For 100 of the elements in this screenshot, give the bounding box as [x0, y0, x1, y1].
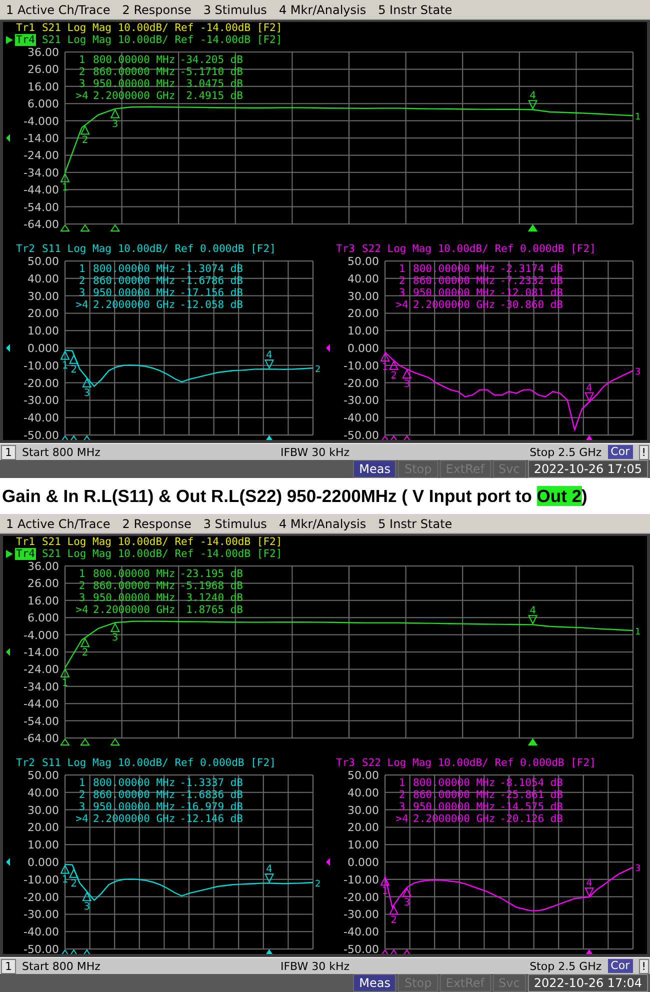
- y-tick-label: -64.00: [24, 732, 59, 745]
- y-tick-label: -50.00: [24, 429, 59, 440]
- marker-number: 3: [398, 287, 406, 299]
- y-tick-label: 26.00: [28, 577, 59, 590]
- marker-number: 1: [78, 777, 86, 789]
- marker-value: -12.081 dB: [500, 287, 563, 299]
- y-tick-label: -54.00: [24, 714, 59, 728]
- trace-end-label: 1: [635, 628, 641, 638]
- menu-item[interactable]: 4 Mkr/Analysis: [272, 2, 372, 16]
- menu-item[interactable]: 1 Active Ch/Trace: [0, 2, 116, 16]
- marker-number: 3: [78, 801, 86, 813]
- marker-stimulus: 800.00000 MHz: [93, 777, 176, 789]
- axis-marker-icon: [82, 435, 92, 440]
- marker-label: 2: [390, 370, 397, 382]
- y-tick-label: -30.00: [24, 394, 59, 408]
- y-tick-label: -34.00: [24, 680, 59, 694]
- reference-level-icon: [6, 134, 10, 142]
- marker-label: 4: [586, 878, 592, 889]
- marker-label: 1: [62, 182, 68, 194]
- marker-number: >4: [76, 813, 88, 825]
- axis-marker-icon: [80, 738, 90, 746]
- alert-indicator: !: [638, 958, 650, 974]
- y-tick-label: -40.00: [24, 926, 59, 939]
- stop-frequency: Stop 2.5 GHz: [530, 960, 602, 972]
- axis-marker-icon: [528, 224, 538, 232]
- marker-label: 4: [266, 864, 272, 876]
- axis-marker-icon: [264, 949, 274, 954]
- correction-indicator: Cor: [608, 959, 633, 973]
- trace-description: S21 Log Mag 10.00dB/ Ref -14.00dB [F2]: [42, 548, 282, 560]
- menu-item[interactable]: 3 Stimulus: [197, 2, 273, 16]
- trace-label[interactable]: Tr1: [15, 536, 36, 548]
- axis-marker-icon: [60, 738, 70, 746]
- y-tick-label: 0.000: [348, 856, 379, 869]
- marker-value: -1.3337 dB: [180, 777, 243, 789]
- marker-stimulus: 950.00000 MHz: [413, 801, 496, 813]
- marker-label: 2: [70, 364, 77, 376]
- marker-stimulus: 950.00000 MHz: [93, 801, 176, 813]
- trace-description: S11 Log Mag 10.00dB/ Ref 0.000dB [F2]: [42, 243, 276, 255]
- marker-stimulus: 860.00000 MHz: [413, 275, 496, 287]
- alert-indicator: !: [638, 444, 650, 460]
- y-tick-label: -20.00: [24, 890, 59, 904]
- menu-item[interactable]: 5 Instr State: [372, 2, 458, 16]
- y-tick-label: 0.000: [28, 856, 59, 869]
- y-tick-label: 10.00: [348, 838, 379, 852]
- y-tick-label: -4.000: [24, 114, 59, 128]
- marker-number: 1: [398, 263, 406, 275]
- marker-stimulus: 800.00000 MHz: [413, 263, 496, 275]
- trace-end-label: 3: [635, 864, 641, 874]
- marker-number: >4: [76, 299, 88, 311]
- trace-label[interactable]: Tr3: [335, 757, 356, 769]
- marker-stimulus: 860.00000 MHz: [93, 275, 176, 287]
- marker-stimulus: 2.2000000 GHz: [413, 813, 496, 825]
- menu-item[interactable]: 4 Mkr/Analysis: [272, 516, 372, 530]
- marker-number: >4: [396, 299, 408, 311]
- marker-value: -20.126 dB: [500, 813, 563, 825]
- menu-item[interactable]: 3 Stimulus: [197, 516, 273, 530]
- marker-label: 3: [112, 632, 118, 644]
- marker-number: 2: [78, 275, 86, 287]
- y-tick-label: 20.00: [28, 821, 59, 834]
- marker-label: 2: [390, 915, 397, 926]
- menu-item[interactable]: 5 Instr State: [372, 516, 458, 530]
- marker-value: -34.205 dB: [180, 54, 243, 66]
- marker-label: 4: [586, 382, 592, 394]
- axis-marker-icon: [264, 435, 274, 440]
- trace-label[interactable]: Tr3: [335, 243, 356, 255]
- y-tick-label: 6.000: [28, 98, 59, 111]
- marker-stimulus: 860.00000 MHz: [413, 789, 496, 801]
- marker-value: -23.195 dB: [180, 568, 243, 580]
- y-tick-label: 30.00: [28, 290, 59, 303]
- reference-level-icon: [6, 648, 10, 656]
- marker-stimulus: 860.00000 MHz: [93, 789, 176, 801]
- trace-label[interactable]: Tr4: [15, 34, 36, 46]
- y-tick-label: -44.00: [24, 698, 59, 711]
- y-tick-label: -10.00: [24, 873, 59, 886]
- trace-label[interactable]: Tr2: [15, 243, 36, 255]
- trace-end-label: 1: [635, 112, 641, 123]
- stop-frequency: Stop 2.5 GHz: [530, 446, 602, 458]
- y-tick-label: -20.00: [344, 890, 379, 904]
- y-tick-label: -40.00: [344, 926, 379, 939]
- menu-item[interactable]: 1 Active Ch/Trace: [0, 516, 116, 530]
- marker-number: 3: [78, 592, 86, 604]
- y-tick-label: 16.00: [28, 80, 59, 94]
- marker-value: -16.979 dB: [180, 801, 243, 813]
- marker-value: 2.4915 dB: [186, 90, 243, 102]
- marker-stimulus: 950.00000 MHz: [413, 287, 496, 299]
- menu-item[interactable]: 2 Response: [116, 516, 198, 530]
- marker-number: 3: [398, 801, 406, 813]
- marker-value: -1.6786 dB: [180, 275, 243, 287]
- marker-stimulus: 800.00000 MHz: [93, 54, 176, 66]
- marker-stimulus: 950.00000 MHz: [93, 592, 176, 604]
- y-tick-label: 30.00: [348, 804, 379, 817]
- menu-item[interactable]: 2 Response: [116, 2, 198, 16]
- trace-description: S21 Log Mag 10.00dB/ Ref -14.00dB [F2]: [42, 536, 282, 548]
- y-tick-label: 0.000: [28, 342, 59, 355]
- marker-number: 3: [78, 287, 86, 299]
- y-tick-label: -20.00: [344, 376, 379, 390]
- trace-label[interactable]: Tr4: [15, 548, 36, 560]
- trace-label[interactable]: Tr2: [15, 757, 36, 769]
- trace-label[interactable]: Tr1: [15, 22, 36, 34]
- axis-marker-icon: [110, 224, 120, 232]
